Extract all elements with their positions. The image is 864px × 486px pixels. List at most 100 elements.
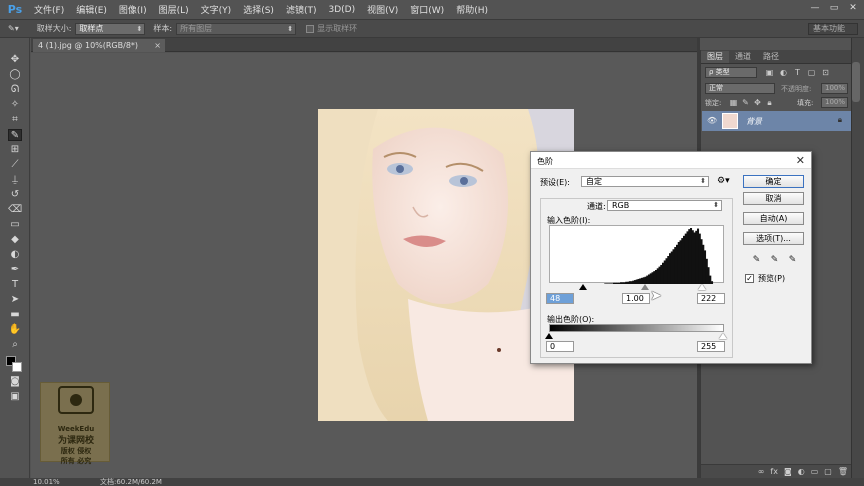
ok-button[interactable]: 确定 (743, 175, 804, 188)
menu-file[interactable]: 文件(F) (34, 3, 64, 16)
dialog-titlebar[interactable]: 色阶 ✕ (531, 152, 811, 169)
panel-scrollbar[interactable] (852, 62, 860, 102)
new-group-icon[interactable]: ▭ (811, 467, 819, 476)
magic-wand-tool-icon[interactable]: ✧ (8, 99, 22, 111)
filter-smart-icon[interactable]: ⊡ (821, 68, 830, 77)
panel-tabs: 图层 通道 路径 (701, 50, 851, 64)
sample-select[interactable]: 所有图层 (176, 22, 297, 35)
menu-edit[interactable]: 编辑(E) (76, 3, 107, 16)
eyedropper-tool-icon[interactable]: ✎ (8, 129, 22, 141)
show-ring-checkbox[interactable] (306, 24, 315, 33)
output-black-field[interactable]: 0 (546, 341, 574, 352)
new-layer-icon[interactable]: ▢ (824, 467, 832, 476)
blur-tool-icon[interactable]: ◆ (8, 234, 22, 246)
input-black-field[interactable]: 48 (546, 293, 574, 304)
screen-mode-icon[interactable]: ▣ (8, 391, 22, 403)
menu-type[interactable]: 文字(Y) (201, 3, 232, 16)
opacity-label: 不透明度: (781, 85, 812, 93)
filter-type-icon[interactable]: T (793, 68, 802, 77)
adjustment-layer-icon[interactable]: ◐ (798, 467, 805, 476)
lock-image-icon[interactable]: ✎ (741, 98, 750, 107)
layer-style-icon[interactable]: fx (770, 467, 778, 476)
opacity-input[interactable]: 100% (821, 83, 848, 94)
healing-brush-tool-icon[interactable]: ⊞ (8, 144, 22, 156)
marquee-tool-icon[interactable]: ◯ (8, 69, 22, 81)
maximize-button[interactable]: ▭ (829, 3, 839, 13)
menu-view[interactable]: 视图(V) (367, 3, 398, 16)
menu-window[interactable]: 窗口(W) (410, 3, 444, 16)
tab-channels[interactable]: 通道 (729, 51, 757, 63)
output-black-slider[interactable] (545, 333, 553, 339)
lasso-tool-icon[interactable]: ᘏ (8, 84, 22, 96)
black-point-eyedropper-icon[interactable]: ✎ (752, 255, 761, 265)
input-white-slider[interactable] (698, 284, 706, 290)
eraser-tool-icon[interactable]: ⌫ (8, 204, 22, 216)
path-select-tool-icon[interactable]: ➤ (8, 294, 22, 306)
input-gamma-slider[interactable] (641, 284, 649, 290)
type-tool-icon[interactable]: T (8, 279, 22, 291)
lock-position-icon[interactable]: ✥ (753, 98, 762, 107)
layer-filter-select[interactable]: ρ 类型 (705, 67, 757, 78)
channel-select[interactable]: RGB (607, 200, 722, 211)
output-white-slider[interactable] (719, 333, 727, 339)
brush-tool-icon[interactable]: ⟋ (8, 159, 22, 171)
options-button[interactable]: 选项(T)... (743, 232, 804, 245)
delete-layer-icon[interactable]: 🗑︎ (838, 467, 848, 476)
pen-tool-icon[interactable]: ✒ (8, 264, 22, 276)
hand-tool-icon[interactable]: ✋ (8, 324, 22, 336)
menu-3d[interactable]: 3D(D) (328, 5, 355, 15)
background-color-swatch[interactable] (12, 362, 22, 372)
preset-select[interactable]: 自定 (581, 176, 709, 187)
filter-pixel-icon[interactable]: ▣ (765, 68, 774, 77)
minimize-button[interactable]: — (810, 3, 820, 13)
dialog-close-icon[interactable]: ✕ (796, 154, 805, 167)
shape-tool-icon[interactable]: ▬ (8, 309, 22, 321)
link-layers-icon[interactable]: ∞ (758, 467, 765, 476)
workspace-select[interactable]: 基本功能 (808, 23, 858, 35)
filter-shape-icon[interactable]: ▢ (807, 68, 816, 77)
history-brush-tool-icon[interactable]: ↺ (8, 189, 22, 201)
add-mask-icon[interactable]: ◙ (784, 467, 792, 476)
crop-tool-icon[interactable]: ⌗ (8, 114, 22, 126)
preset-options-gear-icon[interactable]: ⚙▾ (717, 176, 730, 186)
layer-row-background[interactable]: 👁︎ 背景 🔒︎ (702, 111, 852, 131)
menu-layer[interactable]: 图层(L) (159, 3, 189, 16)
histogram-bar (606, 283, 609, 284)
lock-all-icon[interactable]: 🔒︎ (765, 98, 774, 107)
input-black-slider[interactable] (579, 284, 587, 290)
preview-checkbox[interactable]: ✓ (745, 274, 754, 283)
zoom-tool-icon[interactable]: ⌕ (8, 339, 22, 351)
document-tab[interactable]: 4 (1).jpg @ 10%(RGB/8*) × (33, 39, 165, 52)
blend-row: 正常 不透明度: 100% (703, 83, 849, 96)
input-gamma-field[interactable]: 1.00 (622, 293, 650, 304)
filter-adjust-icon[interactable]: ◐ (779, 68, 788, 77)
stamp-tool-icon[interactable]: ⍊ (8, 174, 22, 186)
dodge-tool-icon[interactable]: ◐ (8, 249, 22, 261)
menu-filter[interactable]: 滤镜(T) (286, 3, 317, 16)
lock-transparent-icon[interactable]: ▦ (729, 98, 738, 107)
menu-help[interactable]: 帮助(H) (456, 3, 488, 16)
eyedropper-preset-icon[interactable]: ✎▾ (8, 24, 19, 33)
fill-input[interactable]: 100% (821, 97, 848, 108)
close-button[interactable]: ✕ (848, 3, 858, 13)
tab-paths[interactable]: 路径 (757, 51, 785, 63)
cancel-button[interactable]: 取消 (743, 192, 804, 205)
quick-mask-icon[interactable]: ◙ (8, 376, 22, 388)
move-tool-icon[interactable]: ✥ (8, 54, 22, 66)
white-point-eyedropper-icon[interactable]: ✎ (788, 255, 797, 265)
input-white-field[interactable]: 222 (697, 293, 725, 304)
blend-mode-select[interactable]: 正常 (705, 83, 775, 94)
gradient-tool-icon[interactable]: ▭ (8, 219, 22, 231)
menu-select[interactable]: 选择(S) (243, 3, 274, 16)
tab-layers[interactable]: 图层 (701, 51, 729, 63)
visibility-eye-icon[interactable]: 👁︎ (707, 116, 717, 125)
output-white-field[interactable]: 255 (697, 341, 725, 352)
menu-image[interactable]: 图像(I) (119, 3, 147, 16)
sample-size-select[interactable]: 取样点 (75, 22, 146, 35)
histogram-bar (616, 282, 619, 284)
auto-button[interactable]: 自动(A) (743, 212, 804, 225)
histogram-bar (628, 281, 631, 284)
gray-point-eyedropper-icon[interactable]: ✎ (770, 255, 779, 265)
status-zoom[interactable]: 10.01% (33, 478, 60, 486)
close-tab-icon[interactable]: × (154, 39, 161, 52)
